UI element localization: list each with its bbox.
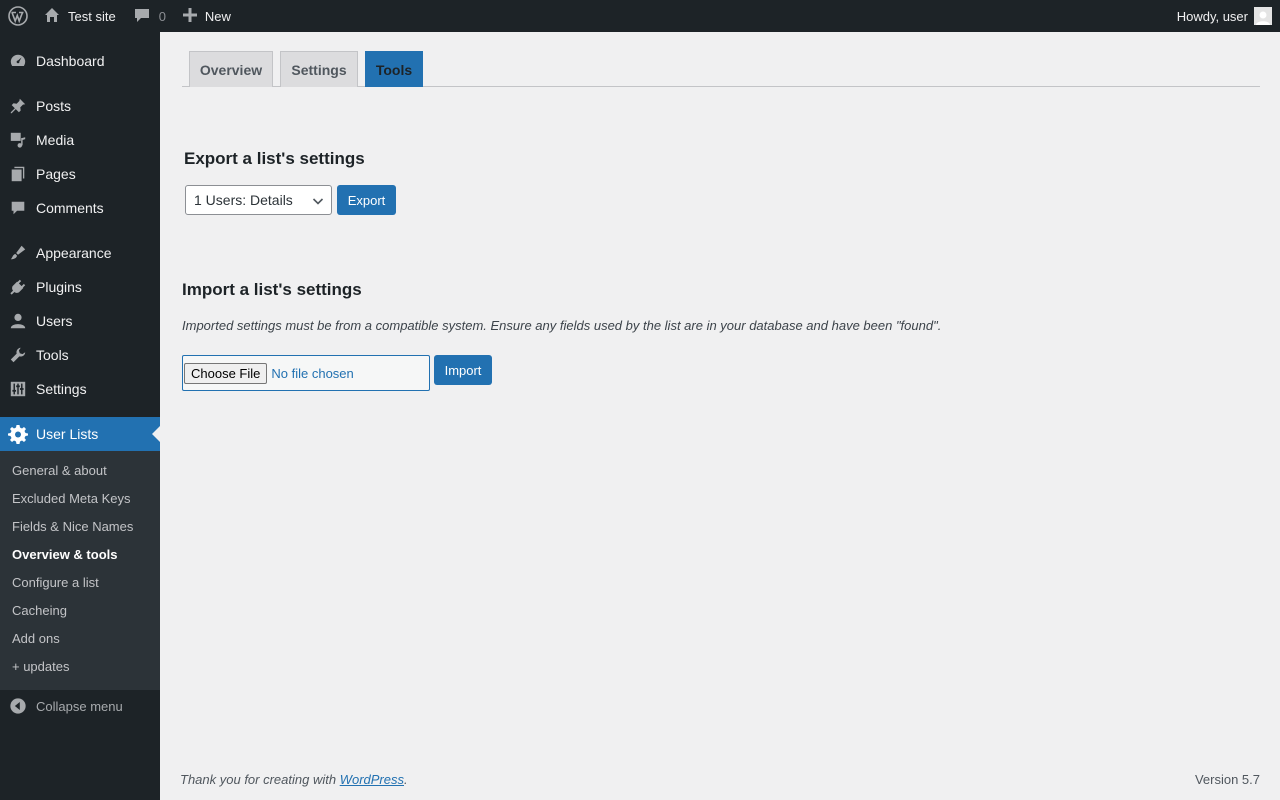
new-label: New bbox=[204, 8, 231, 24]
submenu-item-updates[interactable]: + updates bbox=[12, 657, 69, 677]
gear-icon bbox=[0, 424, 36, 444]
choose-file-button[interactable]: Choose File bbox=[184, 362, 268, 384]
footer-thanks-suffix: . bbox=[404, 772, 408, 787]
comment-icon bbox=[0, 199, 36, 217]
plug-icon bbox=[0, 278, 36, 296]
new-content-link[interactable]: New bbox=[176, 0, 231, 32]
comment-bubble-icon bbox=[134, 7, 150, 26]
submenu-item-overview-tools[interactable]: Overview & tools bbox=[12, 545, 117, 565]
sidebar-item-plugins[interactable]: Plugins bbox=[0, 270, 160, 304]
export-button[interactable]: Export bbox=[337, 185, 396, 215]
sliders-icon bbox=[0, 380, 36, 398]
admin-bar: Test site 0 New Howdy, user bbox=[0, 0, 1280, 32]
sidebar-item-dashboard[interactable]: Dashboard bbox=[0, 44, 160, 78]
sidebar-item-settings[interactable]: Settings bbox=[0, 372, 160, 406]
wordpress-logo-icon bbox=[7, 6, 28, 26]
comments-link[interactable]: 0 bbox=[124, 0, 176, 32]
site-name-link[interactable]: Test site bbox=[34, 0, 124, 32]
tab-settings[interactable]: Settings bbox=[280, 51, 358, 87]
wrench-icon bbox=[0, 346, 36, 364]
sidebar-item-label: Dashboard bbox=[36, 53, 105, 69]
list-select-value: 1 Users: Details bbox=[194, 192, 293, 208]
tab-overview[interactable]: Overview bbox=[189, 51, 273, 87]
footer-thanks: Thank you for creating with WordPress. bbox=[180, 772, 408, 787]
collapse-menu-button[interactable]: Collapse menu bbox=[0, 694, 160, 718]
collapse-arrow-icon bbox=[0, 697, 36, 715]
sidebar-item-users[interactable]: Users bbox=[0, 304, 160, 338]
wordpress-link[interactable]: WordPress bbox=[340, 772, 404, 787]
sidebar-item-label: Comments bbox=[36, 200, 104, 216]
import-description: Imported settings must be from a compati… bbox=[182, 318, 942, 333]
nav-tabs: Overview Settings Tools bbox=[182, 32, 1260, 87]
list-select[interactable]: 1 Users: Details bbox=[185, 185, 332, 215]
sidebar-item-tools[interactable]: Tools bbox=[0, 338, 160, 372]
sidebar-item-comments[interactable]: Comments bbox=[0, 191, 160, 225]
sidebar-item-label: Media bbox=[36, 132, 75, 148]
submenu-item-configure-list[interactable]: Configure a list bbox=[12, 573, 99, 593]
sidebar-item-label: Pages bbox=[36, 166, 76, 182]
wordpress-logo-button[interactable] bbox=[0, 0, 34, 32]
submenu-item-excluded-meta-keys[interactable]: Excluded Meta Keys bbox=[12, 489, 131, 509]
file-status: No file chosen bbox=[271, 365, 354, 381]
import-button[interactable]: Import bbox=[434, 355, 492, 385]
import-heading: Import a list's settings bbox=[182, 280, 362, 299]
sidebar-item-media[interactable]: Media bbox=[0, 123, 160, 157]
user-icon bbox=[0, 312, 36, 330]
user-lists-submenu: General & about Excluded Meta Keys Field… bbox=[0, 451, 160, 690]
submenu-item-cacheing[interactable]: Cacheing bbox=[12, 601, 67, 621]
plus-icon bbox=[182, 7, 197, 25]
pin-icon bbox=[0, 97, 36, 115]
collapse-menu-label: Collapse menu bbox=[36, 698, 123, 714]
sidebar-item-label: Plugins bbox=[36, 279, 82, 295]
export-heading: Export a list's settings bbox=[184, 149, 365, 168]
footer-version: Version 5.7 bbox=[1194, 772, 1260, 787]
avatar-silhouette-icon bbox=[1256, 11, 1270, 25]
account-menu[interactable]: Howdy, user bbox=[1177, 0, 1272, 32]
sidebar-item-user-lists[interactable]: User Lists bbox=[0, 417, 160, 451]
sidebar-item-posts[interactable]: Posts bbox=[0, 89, 160, 123]
howdy-label: Howdy, user bbox=[1176, 8, 1248, 24]
submenu-item-fields-nice-names[interactable]: Fields & Nice Names bbox=[12, 517, 133, 537]
sidebar-item-pages[interactable]: Pages bbox=[0, 157, 160, 191]
submenu-item-add-ons[interactable]: Add ons bbox=[12, 629, 60, 649]
sidebar-item-label: Settings bbox=[36, 381, 87, 397]
footer-thanks-text: Thank you for creating with bbox=[180, 772, 340, 787]
sidebar-item-label: Users bbox=[36, 313, 73, 329]
dashboard-icon bbox=[0, 52, 36, 70]
pages-icon bbox=[0, 165, 36, 183]
sidebar-item-label: Tools bbox=[36, 347, 69, 363]
brush-icon bbox=[0, 244, 36, 262]
chevron-down-icon bbox=[311, 194, 325, 211]
comments-count: 0 bbox=[158, 8, 166, 24]
submenu-item-general[interactable]: General & about bbox=[12, 461, 107, 481]
main-content: Overview Settings Tools Export a list's … bbox=[160, 32, 1280, 800]
tab-tools[interactable]: Tools bbox=[365, 51, 423, 87]
sidebar-item-label: Appearance bbox=[36, 245, 112, 261]
sidebar-item-appearance[interactable]: Appearance bbox=[0, 236, 160, 270]
media-icon bbox=[0, 131, 36, 149]
avatar bbox=[1254, 7, 1272, 25]
file-input[interactable]: Choose File No file chosen bbox=[182, 355, 430, 391]
sidebar-item-label: User Lists bbox=[36, 426, 99, 442]
home-icon bbox=[44, 7, 60, 26]
site-name-label: Test site bbox=[68, 8, 116, 24]
sidebar-item-label: Posts bbox=[36, 98, 72, 114]
admin-sidebar: Dashboard Posts Media Pages Comments App… bbox=[0, 32, 160, 800]
